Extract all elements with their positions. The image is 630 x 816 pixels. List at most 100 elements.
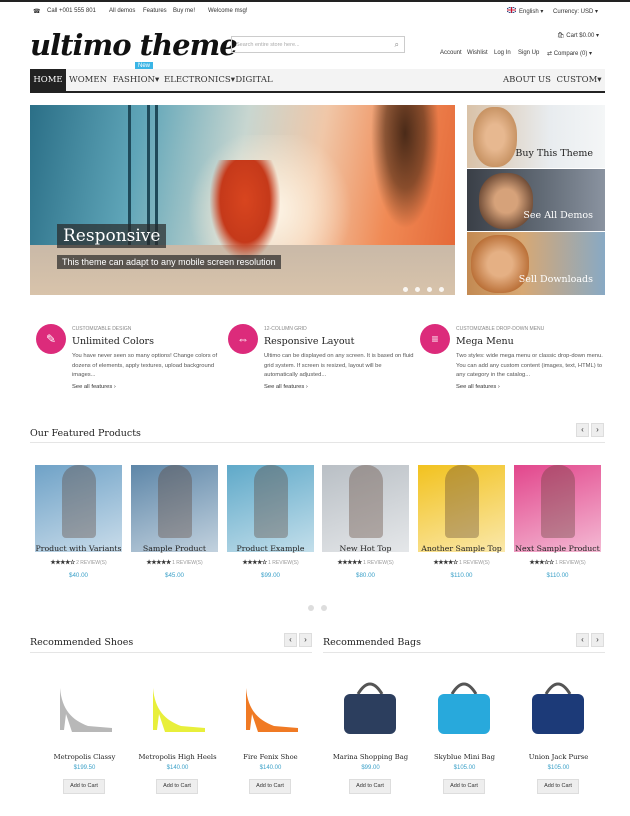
nav-electronics[interactable]: ELECTRONICS▾: [164, 69, 235, 91]
bag-image[interactable]: [516, 670, 601, 740]
chevron-left-icon[interactable]: ‹: [576, 423, 589, 437]
shoe-card[interactable]: Fire Fenix Shoe $140.00 Add to Cart: [228, 670, 313, 794]
item-price: $99.00: [361, 765, 380, 771]
add-to-cart-button[interactable]: Add to Cart: [63, 779, 105, 794]
nav-women[interactable]: WOMEN: [67, 69, 109, 91]
nav-home[interactable]: HOME: [30, 69, 66, 91]
bag-image[interactable]: [328, 670, 413, 740]
product-name[interactable]: Product with Variants: [29, 544, 128, 553]
product-price: $80.00: [356, 572, 375, 579]
chevron-right-icon[interactable]: ›: [591, 633, 604, 647]
product-name[interactable]: Product Example: [221, 544, 320, 553]
shoe-image[interactable]: [228, 670, 313, 740]
chevron-right-icon[interactable]: ›: [591, 423, 604, 437]
nav-about-us[interactable]: ABOUT US: [502, 69, 552, 91]
bag-image[interactable]: [422, 670, 507, 740]
product-image[interactable]: [35, 465, 122, 552]
signup-link[interactable]: Sign Up: [518, 50, 539, 56]
top-link-features[interactable]: Features: [143, 8, 167, 14]
product-image[interactable]: [514, 465, 601, 552]
product-card[interactable]: Next Sample Product ★★★☆☆ 1 REVIEW(S) $110…: [514, 451, 601, 579]
bag-card[interactable]: Skyblue Mini Bag $105.00 Add to Cart: [422, 670, 507, 794]
item-price: $140.00: [166, 765, 189, 771]
product-card[interactable]: Product with Variants ★★★★☆ 2 REVIEW(S) $4…: [35, 451, 122, 579]
feature-text: Ultimo can be displayed on any screen. I…: [264, 353, 414, 378]
menu-icon: ≡: [420, 324, 450, 354]
feature-text: Two styles: wide mega menu or classic dr…: [456, 353, 603, 378]
compare-link[interactable]: ⇄ Compare (0) ▾: [547, 50, 592, 57]
bag-card[interactable]: Marina Shopping Bag $99.00 Add to Cart: [328, 670, 413, 794]
bag-card[interactable]: Union Jack Purse $105.00 Add to Cart: [516, 670, 601, 794]
item-name[interactable]: Union Jack Purse: [510, 753, 607, 761]
page-dot[interactable]: [308, 605, 314, 611]
featured-title: Our Featured Products: [30, 428, 141, 439]
item-name[interactable]: Fire Fenix Shoe: [222, 753, 319, 761]
chevron-left-icon[interactable]: ‹: [576, 633, 589, 647]
product-image[interactable]: [131, 465, 218, 552]
welcome-message: Welcome msg!: [208, 8, 248, 14]
product-image[interactable]: [322, 465, 409, 552]
product-name[interactable]: Another Sample Top: [412, 544, 511, 553]
top-link-buy[interactable]: Buy me!: [173, 8, 195, 14]
top-link-all-demos[interactable]: All demos: [109, 8, 135, 14]
currency-selector[interactable]: Currency: USD ▾: [553, 8, 598, 15]
feature-link[interactable]: See all features ›: [264, 384, 308, 390]
product-card[interactable]: Sample Product ★★★★★ 1 REVIEW(S) $45.00: [131, 451, 218, 579]
search-icon[interactable]: ⌕: [395, 40, 399, 50]
nav-fashion[interactable]: FASHION▾: [110, 69, 162, 91]
paint-brush-icon: ✎: [36, 324, 66, 354]
star-icon: ★★★★☆: [433, 560, 458, 566]
product-image[interactable]: [418, 465, 505, 552]
product-image[interactable]: [227, 465, 314, 552]
login-link[interactable]: Log In: [494, 50, 511, 56]
add-to-cart-button[interactable]: Add to Cart: [249, 779, 291, 794]
shoe-image[interactable]: [42, 670, 127, 740]
feature-kicker: CUSTOMIZABLE DROP-DOWN MENU: [456, 326, 545, 332]
hero-title: Responsive: [57, 224, 167, 248]
product-card[interactable]: Product Example ★★★★☆ 1 REVIEW(S) $99.00: [227, 451, 314, 579]
account-link[interactable]: Account: [440, 50, 462, 56]
slide-dot[interactable]: [439, 287, 444, 292]
product-price: $99.00: [261, 572, 280, 579]
side-banner-buy[interactable]: Buy This Theme: [467, 105, 605, 168]
shoe-image[interactable]: [135, 670, 220, 740]
shoe-card[interactable]: Metropolis High Heels $140.00 Add to Cart: [135, 670, 220, 794]
nav-digital[interactable]: DIGITAL: [232, 69, 276, 91]
add-to-cart-button[interactable]: Add to Cart: [537, 779, 579, 794]
star-icon: ★★★☆☆: [529, 560, 554, 566]
product-name[interactable]: Sample Product: [125, 544, 224, 553]
add-to-cart-button[interactable]: Add to Cart: [443, 779, 485, 794]
site-logo[interactable]: ultimo theme: [30, 28, 238, 62]
product-name[interactable]: New Hot Top: [316, 544, 415, 553]
add-to-cart-button[interactable]: Add to Cart: [349, 779, 391, 794]
feature-title: Responsive Layout: [264, 336, 355, 347]
shoe-card[interactable]: Metropolis Classy $199.50 Add to Cart: [42, 670, 127, 794]
add-to-cart-button[interactable]: Add to Cart: [156, 779, 198, 794]
cart-summary[interactable]: 🛍 Cart $0.00 ▾: [557, 32, 599, 39]
slide-dot[interactable]: [427, 287, 432, 292]
item-name[interactable]: Metropolis Classy: [36, 753, 133, 761]
side-banner-downloads[interactable]: Sell Downloads: [467, 232, 605, 295]
phone-icon: ☎: [33, 9, 41, 15]
slide-dot[interactable]: [415, 287, 420, 292]
item-price: $140.00: [259, 765, 282, 771]
nav-custom[interactable]: CUSTOM▾: [556, 69, 602, 91]
item-name[interactable]: Skyblue Mini Bag: [416, 753, 513, 761]
language-selector[interactable]: English ▾: [519, 8, 543, 15]
banner-model: [473, 107, 517, 167]
feature-link[interactable]: See all features ›: [72, 384, 116, 390]
chevron-left-icon[interactable]: ‹: [284, 633, 297, 647]
feature-link[interactable]: See all features ›: [456, 384, 500, 390]
side-banner-demos[interactable]: See All Demos: [467, 169, 605, 231]
chevron-right-icon[interactable]: ›: [299, 633, 312, 647]
product-card[interactable]: New Hot Top ★★★★★ 1 REVIEW(S) $80.00: [322, 451, 409, 579]
item-name[interactable]: Marina Shopping Bag: [322, 753, 419, 761]
page-dot[interactable]: [321, 605, 327, 611]
product-name[interactable]: Next Sample Product: [508, 544, 607, 553]
search-input[interactable]: Search entire store here... ⌕: [231, 36, 405, 53]
item-name[interactable]: Metropolis High Heels: [129, 753, 226, 761]
product-card[interactable]: Another Sample Top ★★★★☆ 1 REVIEW(S) $110.…: [418, 451, 505, 579]
shoes-nav: ‹ ›: [284, 633, 312, 647]
wishlist-link[interactable]: Wishlist: [467, 50, 488, 56]
slide-dot[interactable]: [403, 287, 408, 292]
